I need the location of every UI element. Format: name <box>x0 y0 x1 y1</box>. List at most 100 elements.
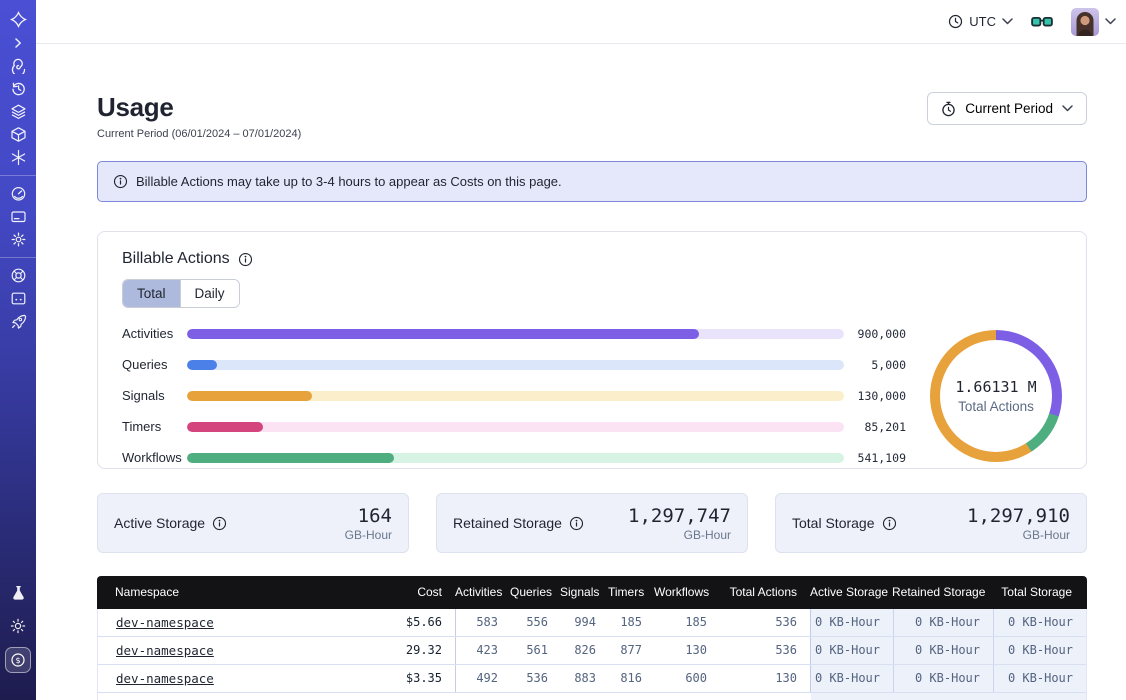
billable-bar-chart: Activities 900,000 Queries <box>122 326 906 465</box>
storage-card-unit: GB-Hour <box>967 528 1070 542</box>
sidebar-divider <box>0 257 36 258</box>
billable-actions-card: Billable Actions Total Daily Activities <box>97 231 1087 469</box>
labs-flask-icon[interactable] <box>5 581 31 604</box>
storage-card-value: 1,297,747 <box>628 505 731 527</box>
view-toggle: Total Daily <box>122 279 240 308</box>
total-actions-donut-chart: 1.66131 M Total Actions <box>930 330 1062 462</box>
donut-total-label: Total Actions <box>958 399 1034 414</box>
chevron-down-icon[interactable] <box>1105 18 1116 25</box>
namespace-cell: dev-namespace <box>98 637 368 664</box>
period-selector-button[interactable]: Current Period <box>927 92 1087 125</box>
bar-label: Signals <box>122 388 187 403</box>
namespace-cell: dev-namespace <box>98 665 368 692</box>
pricing-dollar-icon[interactable]: $ <box>5 647 31 673</box>
namespaces-spiral-icon[interactable] <box>5 54 31 77</box>
table-column-header: Total Storage <box>992 576 1085 609</box>
getting-started-rocket-icon[interactable] <box>5 310 31 333</box>
billing-card-icon[interactable] <box>5 205 31 228</box>
queries-cell: 536 <box>511 665 561 692</box>
namespace-link[interactable]: dev-namespace <box>116 671 214 686</box>
signals-cell: 994 <box>561 609 609 636</box>
sidebar: $ <box>0 0 36 700</box>
storage-card-value: 164 <box>345 505 392 527</box>
bar-fill <box>187 391 312 401</box>
bar-row: Timers 85,201 <box>122 419 906 434</box>
active-storage-cell: 0 KB-Hour <box>811 609 893 636</box>
stopwatch-icon <box>941 101 956 117</box>
info-icon[interactable] <box>212 516 227 531</box>
glasses-icon[interactable] <box>1031 15 1053 29</box>
total-storage-cell: 0 KB-Hour <box>993 665 1086 692</box>
chevron-down-icon <box>1062 105 1073 112</box>
active-storage-cell: 0 KB-Hour <box>811 665 893 692</box>
chevron-down-icon <box>1002 18 1013 25</box>
bar-track <box>187 422 844 432</box>
table-row: dev-namespace $3.35 492 536 883 816 600 … <box>98 665 1086 693</box>
timers-cell: 185 <box>609 609 655 636</box>
theme-sun-icon[interactable] <box>5 614 31 637</box>
table-header: Namespace Cost Activities Queries Signal… <box>97 576 1087 609</box>
timezone-selector[interactable]: UTC <box>948 14 1013 29</box>
bar-label: Timers <box>122 419 187 434</box>
total-storage-cell: 0 KB-Hour <box>993 609 1086 636</box>
bar-track <box>187 329 844 339</box>
bar-value: 130,000 <box>854 389 906 403</box>
view-tab[interactable]: Total <box>123 280 180 307</box>
bar-fill <box>187 329 699 339</box>
namespace-link[interactable]: dev-namespace <box>116 643 214 658</box>
storage-card: Total Storage 1,297,910 GB-Hour <box>775 493 1087 553</box>
bar-fill <box>187 453 394 463</box>
storage-card-label: Retained Storage <box>453 515 562 531</box>
settings-gear-icon[interactable] <box>5 228 31 251</box>
info-icon[interactable] <box>882 516 897 531</box>
activities-cell: 492 <box>456 665 511 692</box>
nexus-asterisk-icon[interactable] <box>5 146 31 169</box>
queries-cell: 556 <box>511 609 561 636</box>
schedules-history-icon[interactable] <box>5 77 31 100</box>
workflows-cell: 600 <box>655 665 720 692</box>
bar-fill <box>187 360 217 370</box>
bar-value: 85,201 <box>854 420 906 434</box>
feedback-message-icon[interactable] <box>5 287 31 310</box>
bar-track <box>187 391 844 401</box>
bar-row: Activities 900,000 <box>122 326 906 341</box>
support-lifebuoy-icon[interactable] <box>5 264 31 287</box>
sidebar-divider <box>0 175 36 176</box>
table-row: dev-namespace $5.66 583 556 994 185 185 … <box>98 609 1086 637</box>
info-icon[interactable] <box>569 516 584 531</box>
info-icon[interactable] <box>238 252 253 267</box>
table-row-partial <box>98 693 1086 700</box>
view-tab[interactable]: Daily <box>180 280 239 307</box>
bar-value: 541,109 <box>854 451 906 465</box>
page-title: Usage <box>97 92 301 123</box>
bar-row: Queries 5,000 <box>122 357 906 372</box>
namespace-link[interactable]: dev-namespace <box>116 615 214 630</box>
donut-total-value: 1.66131 M <box>955 378 1036 396</box>
timers-cell: 877 <box>609 637 655 664</box>
workers-cube-icon[interactable] <box>5 123 31 146</box>
storage-card-label: Total Storage <box>792 515 875 531</box>
timers-cell: 816 <box>609 665 655 692</box>
signals-cell: 883 <box>561 665 609 692</box>
table-column-header: Total Actions <box>719 576 810 609</box>
storage-card-unit: GB-Hour <box>628 528 731 542</box>
usage-gauge-icon[interactable] <box>5 182 31 205</box>
bar-track <box>187 360 844 370</box>
bar-row: Signals 130,000 <box>122 388 906 403</box>
bar-track <box>187 453 844 463</box>
storage-card: Retained Storage 1,297,747 GB-Hour <box>436 493 748 553</box>
bar-fill <box>187 422 263 432</box>
bar-label: Activities <box>122 326 187 341</box>
stacks-layers-icon[interactable] <box>5 100 31 123</box>
temporal-logo-icon[interactable] <box>5 8 31 31</box>
activities-cell: 583 <box>456 609 511 636</box>
queries-cell: 561 <box>511 637 561 664</box>
bar-label: Workflows <box>122 450 187 465</box>
info-banner: Billable Actions may take up to 3-4 hour… <box>97 161 1087 202</box>
table-column-header: Active Storage <box>810 576 892 609</box>
expand-chevron-icon[interactable] <box>5 31 31 54</box>
total-actions-cell: 536 <box>720 637 811 664</box>
user-avatar[interactable] <box>1071 8 1099 36</box>
bar-label: Queries <box>122 357 187 372</box>
total-actions-cell: 130 <box>720 665 811 692</box>
